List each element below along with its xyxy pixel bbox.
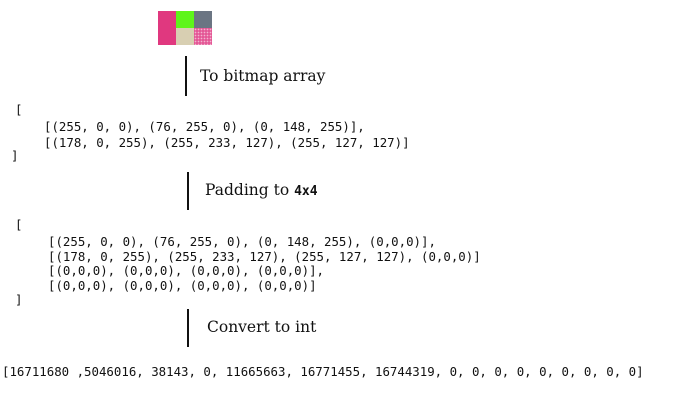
step-label-convert: Convert to int	[207, 318, 317, 336]
bitmap-array-row: [(178, 0, 255), (255, 233, 127), (255, 1…	[44, 135, 410, 150]
pixel-1-0	[158, 28, 176, 45]
step-label-bitmap: To bitmap array	[200, 67, 326, 85]
padded-array-row: [(178, 0, 255), (255, 233, 127), (255, 1…	[48, 249, 481, 264]
step-connector-bitmap	[185, 56, 187, 96]
bitmap-array-row: [(255, 0, 0), (76, 255, 0), (0, 148, 255…	[44, 119, 365, 134]
pixel-1-2	[194, 28, 212, 45]
padded-array-open: [	[15, 217, 23, 232]
step-label-padding-text: Padding to	[205, 181, 295, 199]
padded-array-row: [(255, 0, 0), (76, 255, 0), (0, 148, 255…	[48, 234, 436, 249]
pixel-1-1	[176, 28, 194, 45]
pixel-0-1	[176, 11, 194, 28]
padding-size: 4x4	[294, 184, 318, 199]
bitmap-array-close: ]	[11, 148, 19, 163]
padded-array-row: [(0,0,0), (0,0,0), (0,0,0), (0,0,0)],	[48, 263, 325, 278]
pixel-0-0	[158, 11, 176, 28]
int-array-result: [16711680 ,5046016, 38143, 0, 11665663, …	[2, 364, 644, 379]
step-connector-convert	[187, 309, 189, 347]
padded-array-close: ]	[15, 292, 23, 307]
step-connector-padding	[187, 172, 189, 210]
pixel-0-2	[194, 11, 212, 28]
padded-array-row: [(0,0,0), (0,0,0), (0,0,0), (0,0,0)]	[48, 278, 317, 293]
source-pixel-image	[158, 11, 212, 45]
bitmap-array-open: [	[15, 102, 23, 117]
step-label-padding: Padding to 4x4	[205, 181, 318, 199]
